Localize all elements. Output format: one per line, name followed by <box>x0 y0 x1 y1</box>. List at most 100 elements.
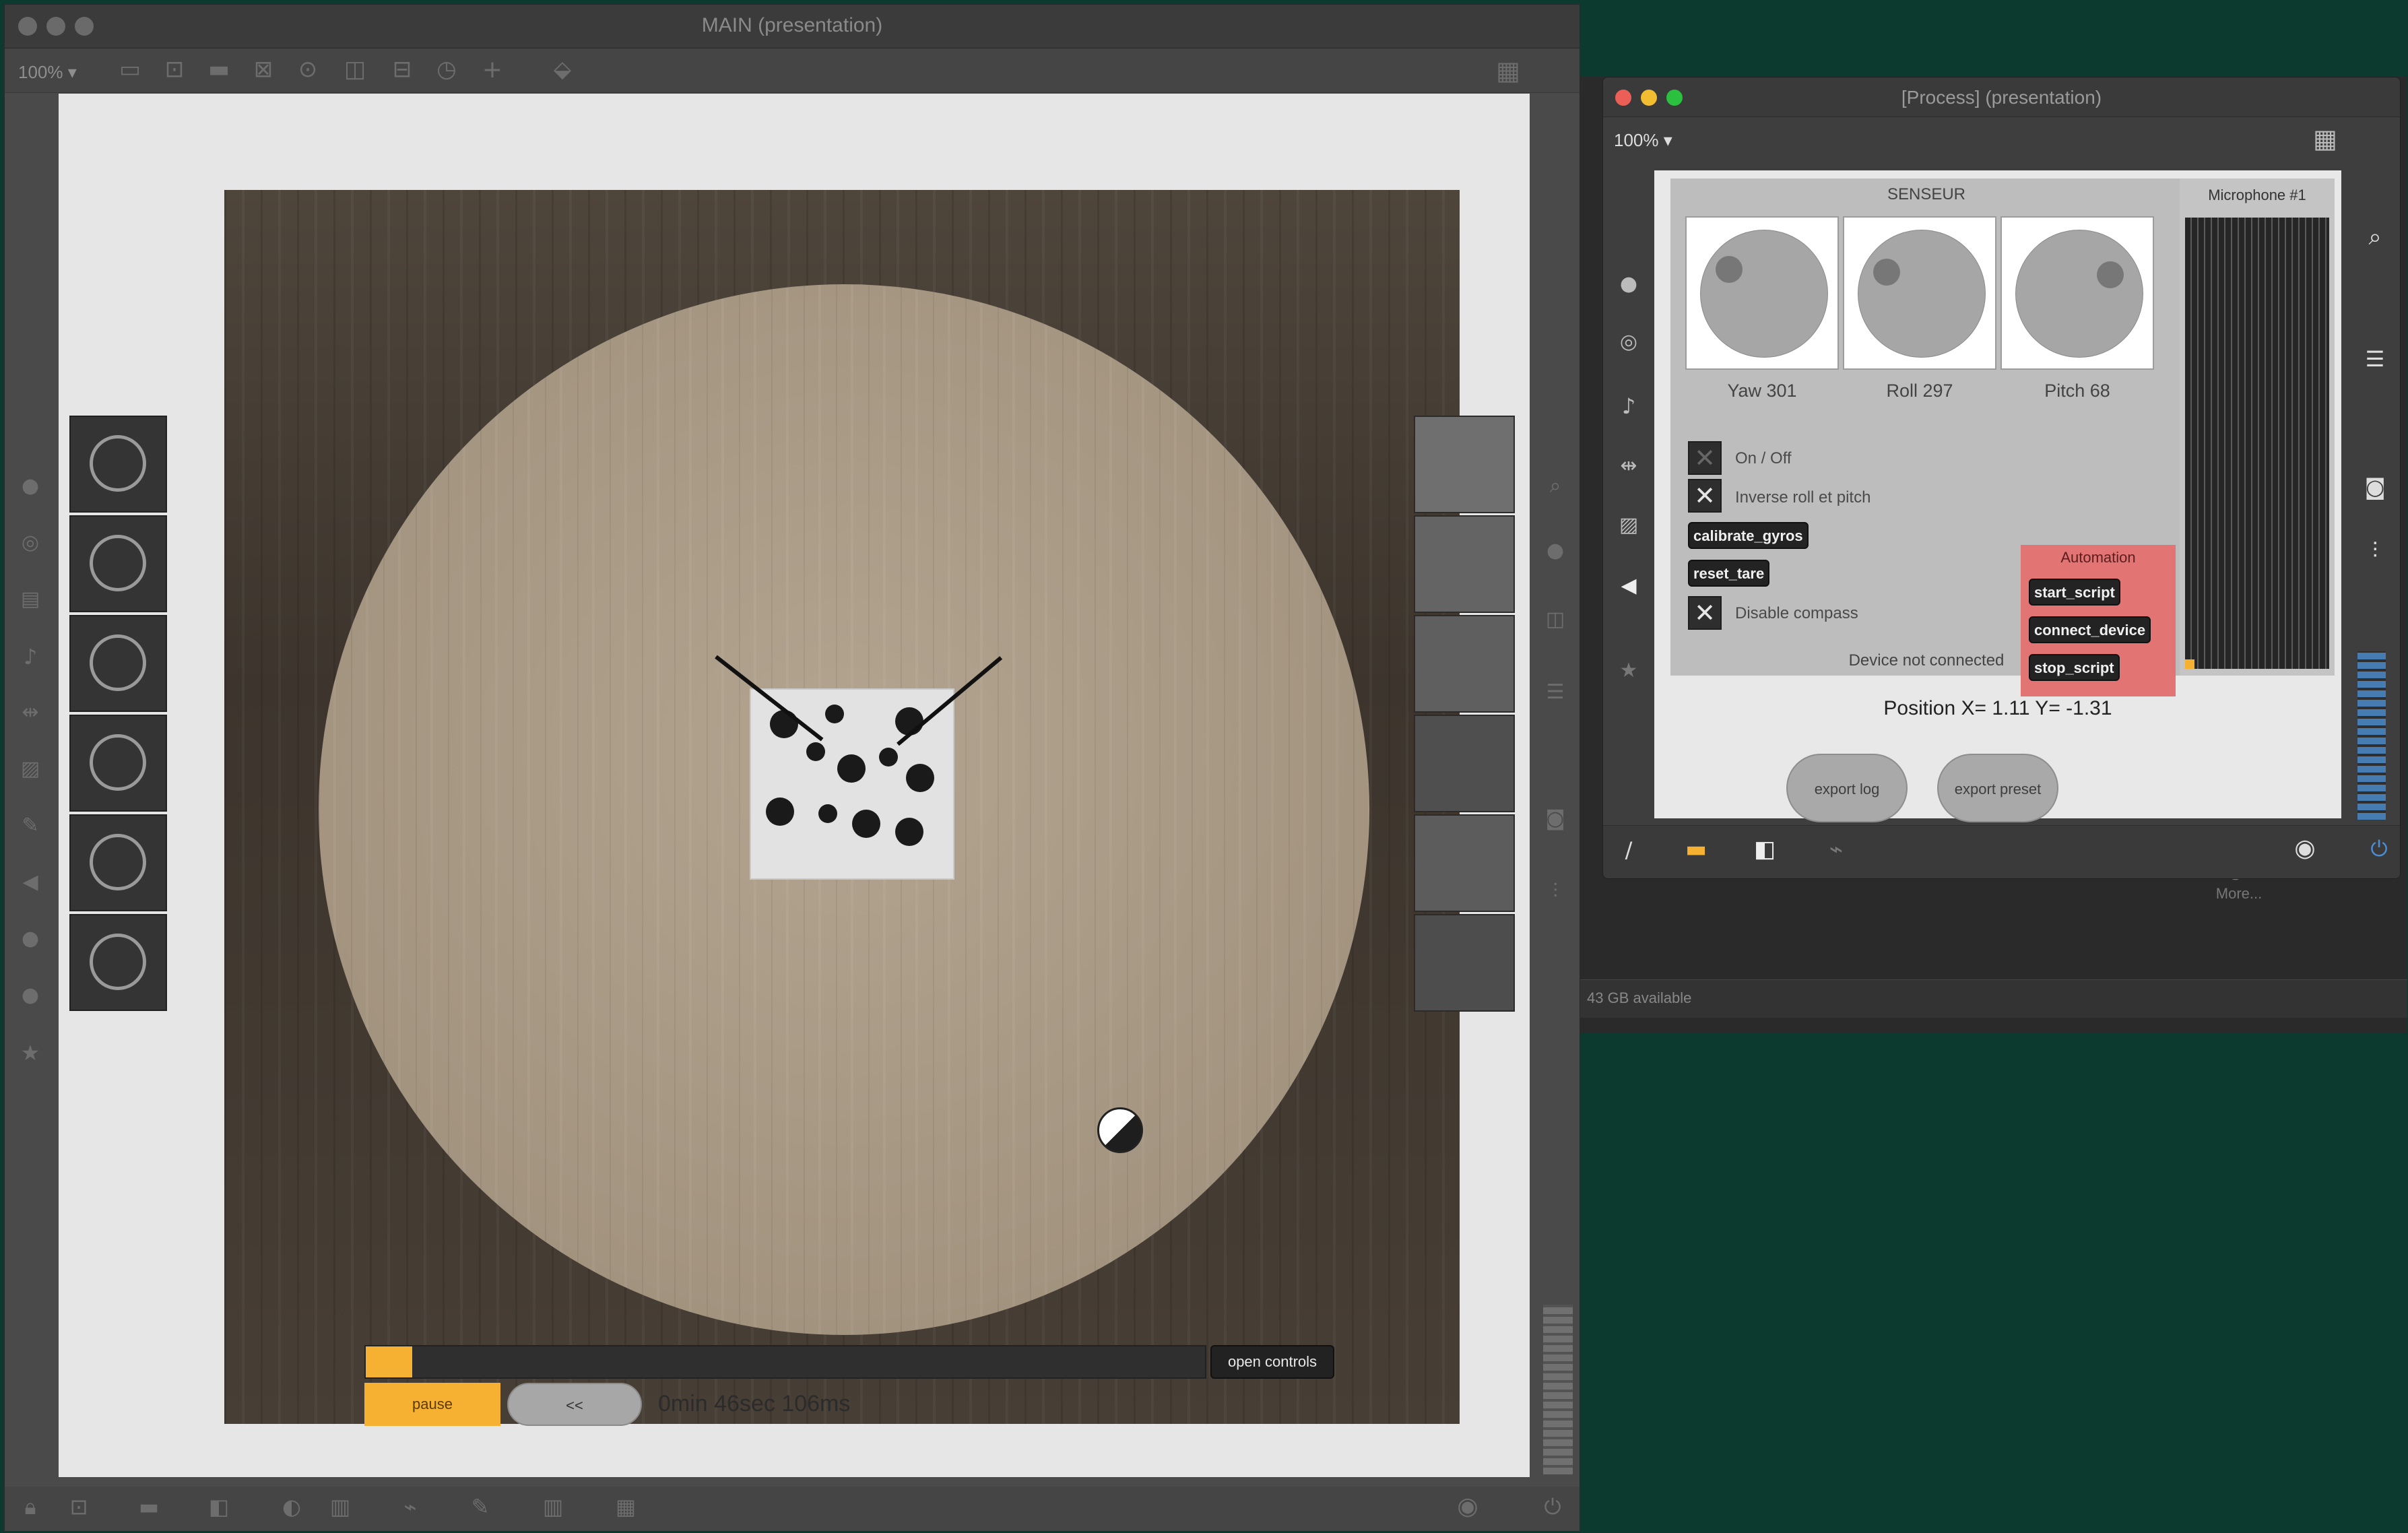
windows-icon[interactable]: ◧ <box>207 1496 231 1518</box>
sidebar-music-icon[interactable]: ♪ <box>18 646 42 667</box>
disable-compass-checkbox[interactable]: ✕ <box>1688 596 1722 630</box>
split-icon[interactable]: ⇹ <box>1617 456 1641 476</box>
play-icon[interactable]: ◉ <box>1453 1495 1483 1519</box>
on-off-checkbox[interactable]: ✕ <box>1688 441 1722 475</box>
pad-5[interactable] <box>69 814 167 911</box>
listener-marker[interactable] <box>1097 1107 1143 1153</box>
pause-button[interactable]: pause <box>364 1383 500 1426</box>
snap-icon[interactable]: ⊙ <box>294 58 321 81</box>
zoom-select[interactable]: 100% ▾ <box>1614 130 1672 151</box>
patch-icon[interactable]: ⌁ <box>398 1496 422 1518</box>
info-icon[interactable]: ● <box>1543 541 1567 561</box>
add-icon[interactable]: + <box>479 58 506 82</box>
panels-icon[interactable]: ◫ <box>1543 610 1567 630</box>
sidebar-clip-icon[interactable]: ✎ <box>18 816 42 836</box>
sidebar-help-icon[interactable]: ● <box>18 985 42 1006</box>
presentation-icon[interactable]: ▭ <box>117 58 143 81</box>
columns-icon[interactable]: ▥ <box>541 1496 565 1518</box>
pad-3[interactable] <box>69 615 167 712</box>
more-label[interactable]: More... <box>2172 885 2306 903</box>
reset-tare-button[interactable]: reset_tare <box>1688 560 1770 587</box>
clock-icon[interactable]: ◷ <box>433 58 460 81</box>
patch-icon[interactable]: ⌁ <box>1823 838 1850 861</box>
inspector-icon[interactable]: ☰ <box>2362 348 2388 370</box>
pad-ring-icon <box>90 535 146 591</box>
pad-ring-icon <box>90 934 146 990</box>
comment-icon[interactable]: ▬ <box>1683 838 1710 861</box>
camera-icon[interactable]: ◙ <box>2362 476 2388 498</box>
search-icon[interactable]: ⌕ <box>2362 226 2388 249</box>
plugin-icon[interactable]: ◀ <box>1617 576 1641 596</box>
yaw-dial[interactable] <box>1685 216 1839 370</box>
zoom-select[interactable]: 100% ▾ <box>18 62 77 83</box>
main-titlebar: MAIN (presentation) <box>5 5 1580 48</box>
grid-icon[interactable]: ⊟ <box>389 58 416 81</box>
pad-6[interactable] <box>69 914 167 1011</box>
paint-icon[interactable]: ⬙ <box>549 58 576 81</box>
sidebar-sphere-icon[interactable]: ● <box>18 476 42 496</box>
tile-6[interactable] <box>1414 914 1515 1012</box>
delete-icon[interactable]: ⊠ <box>250 58 277 81</box>
device-dot <box>837 754 866 783</box>
export-preset-button[interactable]: export preset <box>1937 754 2058 822</box>
image-icon[interactable]: ⊡ <box>161 58 188 81</box>
image-icon[interactable]: ▨ <box>1617 515 1641 535</box>
search-icon[interactable]: ⌕ <box>1543 476 1567 496</box>
start-script-button[interactable]: start_script <box>2029 579 2120 606</box>
camera-icon[interactable]: ◙ <box>1543 809 1567 829</box>
device-dot <box>852 810 880 838</box>
rewind-button[interactable]: << <box>507 1383 642 1426</box>
open-controls-button[interactable]: open controls <box>1210 1345 1334 1379</box>
sidebar-star-icon[interactable]: ★ <box>18 1042 42 1064</box>
tile-2[interactable] <box>1414 515 1515 613</box>
tile-5[interactable] <box>1414 814 1515 912</box>
pitch-dial[interactable] <box>2000 216 2154 370</box>
grid-view-icon[interactable]: ▦ <box>1493 58 1523 84</box>
target-icon[interactable]: ◎ <box>1617 332 1641 352</box>
edit-icon[interactable]: / <box>1617 839 1641 861</box>
star-icon[interactable]: ★ <box>1617 661 1641 681</box>
sphere-icon[interactable]: ● <box>1617 274 1641 294</box>
roll-dial[interactable] <box>1843 216 1996 370</box>
dial-knob <box>1873 259 1900 286</box>
keyboard-icon[interactable]: ▦ <box>614 1496 638 1518</box>
lock-icon[interactable]: 🔒︎ <box>18 1496 42 1518</box>
microphone-panel: Microphone #1 <box>2180 178 2335 676</box>
export-log-button[interactable]: export log <box>1786 754 1908 822</box>
tile-4[interactable] <box>1414 715 1515 812</box>
windows-icon[interactable]: ◧ <box>1751 838 1778 861</box>
list-icon[interactable]: ☰ <box>1543 682 1567 703</box>
play-icon[interactable]: ◉ <box>2290 837 2320 861</box>
position-readout: Position X= 1.11 Y= -1.31 <box>1883 697 2112 719</box>
mixer-icon[interactable]: ⫶ <box>1543 882 1567 902</box>
wrench-icon[interactable]: ✎ <box>468 1496 492 1518</box>
tile-1[interactable] <box>1414 416 1515 513</box>
microphone-meters[interactable] <box>2185 218 2329 669</box>
power-icon[interactable]: ⏻ <box>1540 1496 1565 1518</box>
power-icon[interactable]: ⏻ <box>2367 838 2391 859</box>
connect-device-button[interactable]: connect_device <box>2029 616 2151 643</box>
sidebar-film-icon[interactable]: ▤ <box>18 589 42 610</box>
music-icon[interactable]: ♪ <box>1617 395 1641 417</box>
sidebar-plugin-icon[interactable]: ◀ <box>18 872 42 892</box>
comment-icon[interactable]: ▬ <box>205 58 232 81</box>
grid-view-icon[interactable]: ▦ <box>2310 126 2340 152</box>
calibrate-button[interactable]: calibrate_gyros <box>1688 522 1809 549</box>
align-icon[interactable]: ◫ <box>341 58 368 81</box>
playback-progress[interactable] <box>364 1345 1206 1379</box>
pad-2[interactable] <box>69 515 167 612</box>
inverse-checkbox[interactable]: ✕ <box>1688 479 1722 513</box>
sidebar-image-icon[interactable]: ▨ <box>18 759 42 779</box>
toggle-icon[interactable]: ◐ <box>280 1496 304 1518</box>
sidebar-target-icon[interactable]: ◎ <box>18 533 42 553</box>
pad-4[interactable] <box>69 715 167 812</box>
mixer-icon[interactable]: ⫶ <box>2362 540 2388 561</box>
comment-icon[interactable]: ▬ <box>137 1496 161 1518</box>
pad-ring-icon <box>90 734 146 791</box>
edit-icon[interactable]: ⊡ <box>67 1496 91 1518</box>
sidebar-split-icon[interactable]: ⇹ <box>18 703 42 723</box>
tile-3[interactable] <box>1414 615 1515 713</box>
pad-1[interactable] <box>69 416 167 513</box>
sidebar-info-icon[interactable]: ● <box>18 929 42 949</box>
grid-icon[interactable]: ▥ <box>328 1496 352 1518</box>
